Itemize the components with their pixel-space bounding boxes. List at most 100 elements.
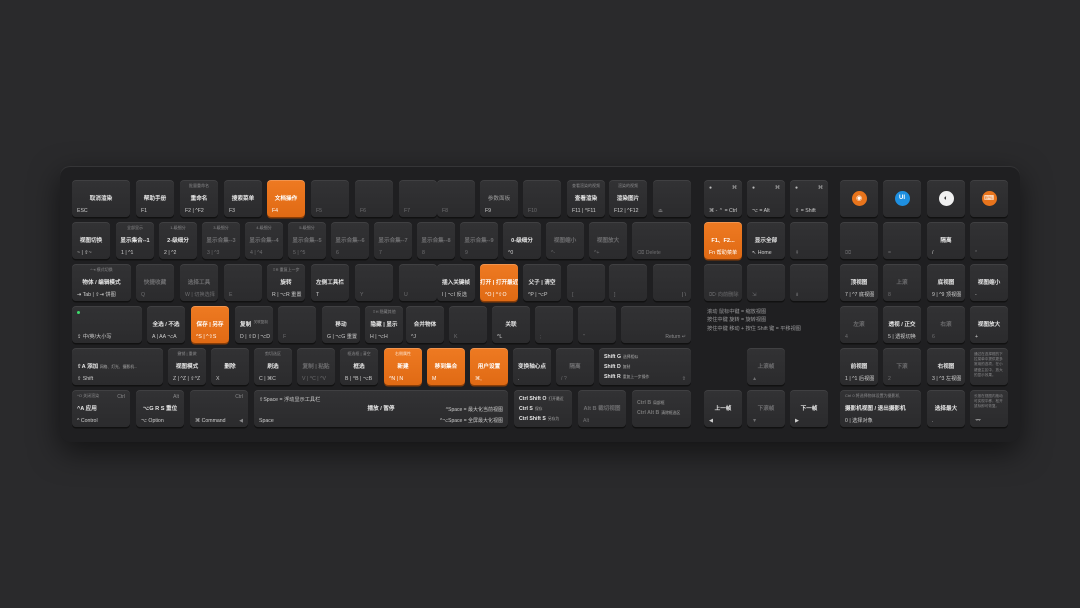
key-p[interactable]: 父子 | 清空 ^P | ⌥P xyxy=(523,264,561,301)
key-keyboard-logo[interactable]: ⌨ xyxy=(970,180,1008,217)
key-grave[interactable]: 视图切换 ~ | ⇧~ xyxy=(72,222,110,259)
key-2[interactable]: 1-级细分 2-级细分 2 | ^2 xyxy=(159,222,197,259)
key-tab[interactable]: ^⇥ 模式切换 物体 / 编辑模式 ⇥ Tab | ⇧⇥ 饼图 xyxy=(72,264,131,301)
key-f8[interactable]: F8 xyxy=(437,180,475,217)
key-arrow-left[interactable]: 上一帧 ◀ xyxy=(704,390,742,427)
key-f10[interactable]: F10 xyxy=(523,180,561,217)
key-right-option[interactable]: Alt B 裁切视图 Alt xyxy=(578,390,626,427)
key-numpad-minus[interactable]: 视图缩小 - xyxy=(970,264,1008,301)
key-comma[interactable]: 用户设置 ⌘, xyxy=(470,348,508,385)
key-v[interactable]: 复制 | 粘贴 V | ^C | ^V xyxy=(297,348,335,385)
key-minus[interactable]: 视图缩小 ^- xyxy=(546,222,584,259)
key-eject[interactable]: ⏏ xyxy=(653,180,691,217)
key-f7[interactable]: F7 xyxy=(399,180,437,217)
key-numpad-note-1[interactable]: 通过在选择框的下拉菜单中提供更多常用的选项，在小键盘主区中，放大的显示效果。 xyxy=(970,348,1008,385)
key-arrow-down[interactable]: 下滚帧 ▼ xyxy=(747,390,785,427)
key-h[interactable]: ⇧H 隐藏其他 隐藏 | 显示 H | ⌥H xyxy=(365,306,403,343)
key-numpad-9[interactable]: 底视图 9 | ^9 顶视图 xyxy=(927,264,965,301)
key-semicolon[interactable]: ; xyxy=(535,306,573,343)
key-left-bracket[interactable]: [ xyxy=(567,264,605,301)
key-right-shift[interactable]: Shift G 选择相似 Shift D 复制 Shift R 重复上一步操作 ⇧ xyxy=(599,348,691,385)
key-numpad-2[interactable]: 下滚 2 xyxy=(883,348,921,385)
key-u[interactable]: U xyxy=(399,264,437,301)
key-f[interactable]: F xyxy=(278,306,316,343)
key-z[interactable]: 撤销 | 重做 视图模式 Z | ^Z | ⇧^Z xyxy=(168,348,206,385)
key-numpad-divide[interactable]: 隔离 / xyxy=(927,222,965,259)
key-a[interactable]: 全选 / 不选 A | AA ⌥A xyxy=(147,306,185,343)
key-ui[interactable]: UI xyxy=(883,180,921,217)
key-0[interactable]: 0-级细分 ^0 xyxy=(503,222,541,259)
key-numpad-7[interactable]: 顶视图 7 | ^7 底视图 xyxy=(840,264,878,301)
key-f1[interactable]: 帮助手册 F1 xyxy=(136,180,174,217)
key-3[interactable]: 3-级细分 显示合集--3 3 | ^3 xyxy=(202,222,240,259)
key-o[interactable]: 打开 | 打开最近 ^O | ^⇧O xyxy=(480,264,518,301)
key-right-control[interactable]: Ctrl B 局部框 Ctrl Alt B 清除框选区 xyxy=(632,390,691,427)
key-t[interactable]: 左侧工具栏 T xyxy=(311,264,349,301)
key-l[interactable]: 关联 ^L xyxy=(492,306,530,343)
key-left-control[interactable]: ^O 关闭渲染 ^A 应用 Ctrl ^ Control xyxy=(72,390,130,427)
key-y[interactable]: Y xyxy=(355,264,393,301)
key-ctrl-legend[interactable]: ● ⌘ ⌘ - ⌃ = Ctrl xyxy=(704,180,742,217)
key-home[interactable]: 显示全部 ↖ Home xyxy=(747,222,785,259)
key-numpad-3[interactable]: 右视图 3 | ^3 左视图 xyxy=(927,348,965,385)
key-numpad-8[interactable]: 上滚 8 xyxy=(883,264,921,301)
key-numpad-plus[interactable]: 视图放大 + xyxy=(970,306,1008,343)
key-numpad-5[interactable]: 透视 / 正交 5 | 透视切换 xyxy=(883,306,921,343)
key-period[interactable]: 变换轴心点 . xyxy=(513,348,551,385)
key-circle-logo[interactable]: ◐ xyxy=(927,180,965,217)
key-left-option[interactable]: ⌥G R S 重位 Alt ⌥ Option xyxy=(136,390,184,427)
key-4[interactable]: 4-级细分 显示合集--4 4 | ^4 xyxy=(245,222,283,259)
key-numpad-6[interactable]: 右滚 6 xyxy=(927,306,965,343)
key-q[interactable]: 快捷收藏 Q xyxy=(136,264,174,301)
key-right-bracket[interactable]: ] xyxy=(609,264,647,301)
key-return[interactable]: Return ↵ xyxy=(621,306,691,343)
key-esc[interactable]: 取消渲染 ESC xyxy=(72,180,130,217)
key-g[interactable]: 移动 G | ⌥G 重置 xyxy=(322,306,360,343)
key-f12[interactable]: 渲染的视频 渲染图片 F12 | ^F12 xyxy=(609,180,647,217)
key-k[interactable]: K xyxy=(449,306,487,343)
key-w[interactable]: 选择工具 W | 切换选择 xyxy=(180,264,218,301)
key-r[interactable]: ⇧R 重复上一步 旋转 R | ⌥R 重置 xyxy=(267,264,305,301)
key-f2[interactable]: 批量重命名 重命名 F2 | ^F2 xyxy=(180,180,218,217)
key-delete[interactable]: ⌫ Delete xyxy=(632,222,691,259)
key-blender[interactable]: ◉ xyxy=(840,180,878,217)
key-d[interactable]: 复制 关联复制 D | ⇧D | ⌥D xyxy=(235,306,273,343)
key-j[interactable]: 合并物体 ^J xyxy=(406,306,444,343)
key-numpad-0[interactable]: Ctrl 0 将选择物体设置为摄影机 摄影机视图 / 退出摄影机 0 | 选择对… xyxy=(840,390,921,427)
key-f11[interactable]: 查看渲染的视频 查看渲染 F11 | ^F11 xyxy=(567,180,605,217)
key-arrow-right[interactable]: 下一帧 ▶ xyxy=(790,390,828,427)
key-1[interactable]: 全部显示 显示集合--1 1 | ^1 xyxy=(116,222,154,259)
key-5[interactable]: 5-级细分 显示合集--5 5 | ^5 xyxy=(288,222,326,259)
key-alt-legend[interactable]: ● ⌘ ⌥ = Alt xyxy=(747,180,785,217)
key-i[interactable]: 插入关键帧 I | ⌥I 反选 xyxy=(437,264,475,301)
key-8[interactable]: 显示合集--8 8 xyxy=(417,222,455,259)
key-c[interactable]: 剪切选区 刷选 C | ⌘C xyxy=(254,348,292,385)
key-forward-delete[interactable]: ⌦ 向前删除 xyxy=(704,264,742,301)
key-backslash[interactable]: | \ xyxy=(653,264,691,301)
key-e[interactable]: E xyxy=(224,264,262,301)
key-end[interactable]: ⇲ xyxy=(747,264,785,301)
key-shift-legend[interactable]: ● ⌘ ⇧ = Shift xyxy=(790,180,828,217)
key-b[interactable]: 框选框 | 清空 框选 B | ^B | ⌥B xyxy=(340,348,378,385)
key-numpad-clear[interactable]: ⌧ xyxy=(840,222,878,259)
key-m[interactable]: 移到集合 M xyxy=(427,348,465,385)
key-numpad-decimal[interactable]: 选择最大 . xyxy=(927,390,965,427)
key-numpad-1[interactable]: 前视图 1 | ^1 后视图 xyxy=(840,348,878,385)
key-quote[interactable]: " xyxy=(578,306,616,343)
key-f4[interactable]: 文档操作 F4 xyxy=(267,180,305,217)
key-numpad-equal[interactable]: = xyxy=(883,222,921,259)
key-arrow-up[interactable]: 上滚帧 ▲ xyxy=(747,348,785,385)
key-left-shift[interactable]: ⇧A 添加 网格、灯光、摄影机... ⇧ Shift xyxy=(72,348,163,385)
key-numpad-multiply[interactable]: * xyxy=(970,222,1008,259)
key-f6[interactable]: F6 xyxy=(355,180,393,217)
key-numpad-enter[interactable]: 长按在视图内拖动可实现平移，松开鼠标即可恢复。 ⌤ xyxy=(970,390,1008,427)
key-x[interactable]: 删除 X xyxy=(211,348,249,385)
key-pagedown[interactable]: ⇟ xyxy=(790,264,828,301)
key-f3[interactable]: 搜索菜单 F3 xyxy=(224,180,262,217)
key-capslock[interactable]: ⇪ 中/英/大小写 xyxy=(72,306,142,343)
key-slash[interactable]: 隔离 / ? xyxy=(556,348,594,385)
key-s[interactable]: 保存 | 另存 ^S | ^⇧S xyxy=(191,306,229,343)
key-n[interactable]: 右侧属性 新建 ^N | N xyxy=(384,348,422,385)
key-equal[interactable]: 视图放大 ^+ xyxy=(589,222,627,259)
key-space[interactable]: ⇧Space = 浮动显示工具栏 播放 / 暂停 Space ^Space = … xyxy=(254,390,508,427)
